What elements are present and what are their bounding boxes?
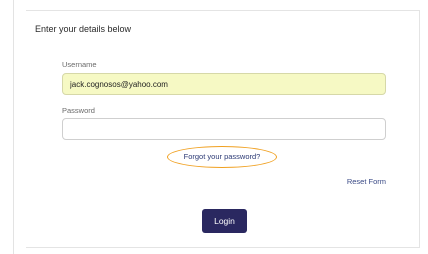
page-divider xyxy=(13,0,14,254)
password-input[interactable] xyxy=(62,118,386,140)
password-label: Password xyxy=(62,106,95,115)
reset-form-link[interactable]: Reset Form xyxy=(347,177,386,186)
forgot-password-link[interactable]: Forgot your password? xyxy=(167,146,277,168)
form-heading: Enter your details below xyxy=(35,24,132,34)
username-input[interactable] xyxy=(62,73,386,95)
page: Enter your details below Username Passwo… xyxy=(0,0,428,254)
username-label: Username xyxy=(62,60,97,69)
login-button[interactable]: Login xyxy=(202,209,247,233)
